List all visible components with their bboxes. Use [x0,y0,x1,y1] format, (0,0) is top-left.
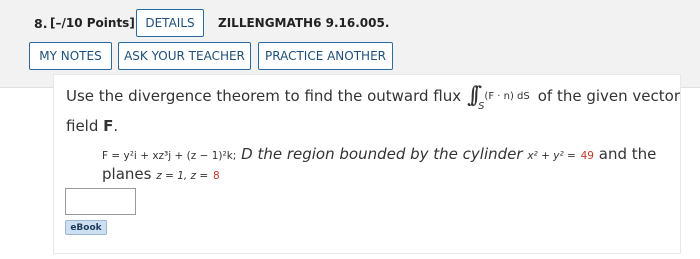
cylinder-value: 49 [580,150,594,162]
planes-label: planes [102,165,152,183]
planes-equation: z = 1, z = [156,170,209,182]
my-notes-button[interactable]: MY NOTES [29,42,112,70]
formula-line: F = y²i + xz³j + (z − 1)²k; D the region… [102,145,656,163]
region-text-b: and the [598,145,657,163]
intro-text: Use the divergence theorem to find the o… [66,87,462,105]
answer-input[interactable] [65,188,136,215]
planes-line: planes z = 1, z = 8 [102,165,220,183]
cylinder-equation: x² + y² = [527,150,576,162]
question-points: [–/10 Points] [50,16,135,30]
planes-value: 8 [213,170,220,182]
ask-your-teacher-button[interactable]: ASK YOUR TEACHER [118,42,251,70]
period: . [113,117,119,135]
double-integral-icon: ∫∫ [467,83,482,108]
field-name: F [103,117,114,135]
question-body: Use the divergence theorem to find the o… [53,74,681,254]
question-number: 8. [34,16,48,31]
surface-integral: ∫∫ S [467,83,484,112]
intro-text-b: of the given vector [537,87,680,105]
question-line-2: field F. [66,117,118,135]
details-button[interactable]: DETAILS [136,9,204,37]
vector-field-formula: F = y²i + xz³j + (z − 1)²k; [102,150,237,162]
integral-subscript: S [478,101,485,112]
ebook-button[interactable]: eBook [65,220,107,235]
region-label: D the region bounded by the cylinder [241,145,523,163]
integrand: (F · n) dS [484,91,530,102]
question-reference: ZILLENGMATH6 9.16.005. [218,16,390,30]
practice-another-button[interactable]: PRACTICE ANOTHER [258,42,393,70]
intro-text-c: field [66,117,99,135]
question-line-1: Use the divergence theorem to find the o… [66,83,680,112]
